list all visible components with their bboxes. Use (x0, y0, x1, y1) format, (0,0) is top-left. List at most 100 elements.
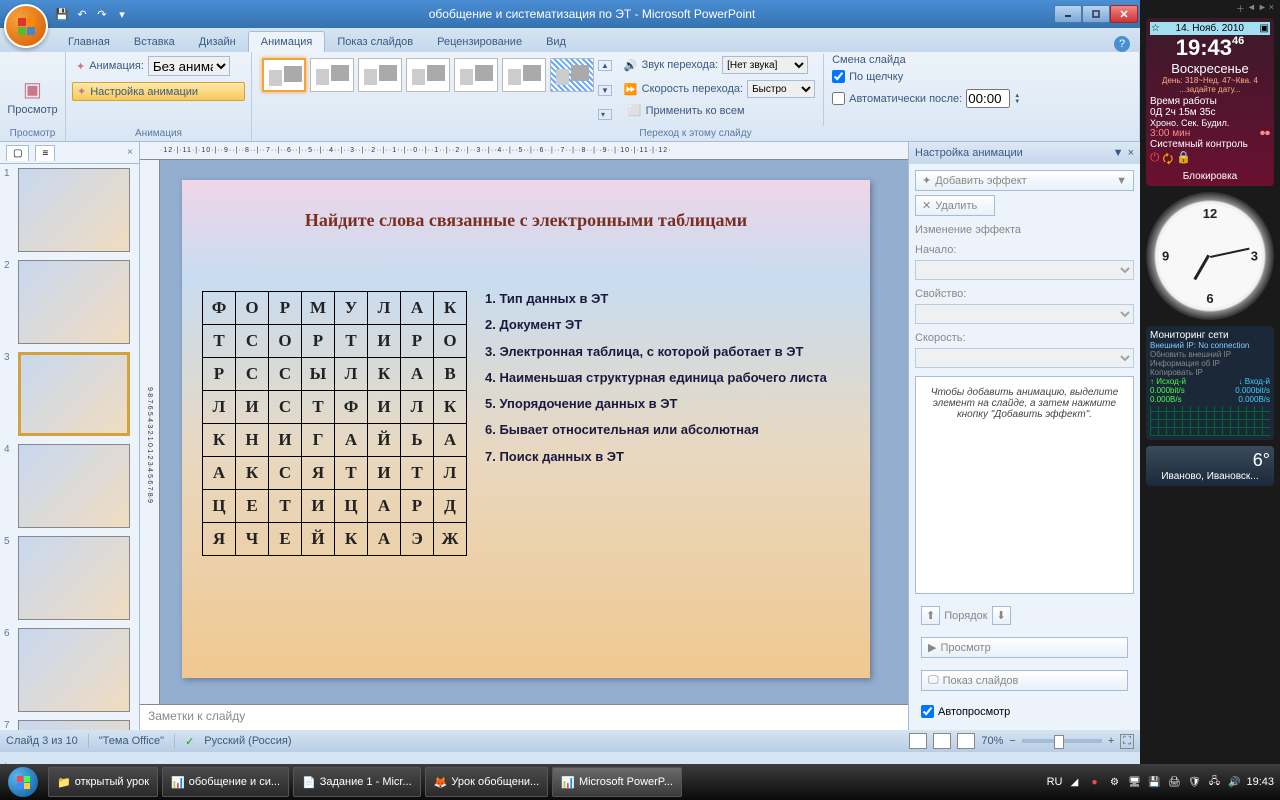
save-icon[interactable]: 💾 (54, 6, 70, 22)
sidebar-close-icon[interactable]: × (1269, 2, 1274, 15)
pane-close-icon[interactable]: × (1128, 147, 1134, 159)
slide-canvas[interactable]: Найдите слова связанные с электронными т… (182, 180, 870, 678)
zoom-slider[interactable] (1022, 739, 1102, 743)
order-up-icon[interactable]: ⬆ (921, 606, 940, 625)
tab-view[interactable]: Вид (534, 32, 578, 52)
tray-icon[interactable]: 🛡 (1186, 774, 1202, 790)
custom-animation-button[interactable]: ✦Настройка анимации (72, 82, 245, 101)
pane-dropdown-icon[interactable]: ▼ (1113, 147, 1124, 159)
speed-select[interactable] (915, 348, 1134, 368)
tray-icon[interactable]: 🖥 (1126, 774, 1142, 790)
slide-thumbnail[interactable] (18, 352, 130, 436)
work-area: ▢ ≡ × 1✦2✦3✦4✦5✦6✦7✦ ·12·|·11·|·10·|··9·… (0, 142, 1140, 730)
spell-icon[interactable]: ✓ (185, 735, 194, 748)
tab-animation[interactable]: Анимация (248, 31, 326, 52)
tray-icon[interactable]: 💾 (1146, 774, 1162, 790)
tray-icon[interactable]: ◢ (1066, 774, 1082, 790)
qat-more-icon[interactable]: ▾ (114, 6, 130, 22)
calendar-gadget[interactable]: ☆14. Нояб. 2010▣ 19:4346 Воскресенье Ден… (1146, 18, 1274, 186)
tab-review[interactable]: Рецензирование (425, 32, 534, 52)
slide-thumbnail[interactable] (18, 260, 130, 344)
zoom-in-icon[interactable]: + (1108, 735, 1114, 747)
tray-clock[interactable]: 19:43 (1246, 776, 1274, 788)
preview-button[interactable]: ▣ Просмотр (6, 54, 59, 139)
office-button[interactable] (4, 4, 48, 48)
tray-network-icon[interactable]: 🖧 (1206, 774, 1222, 790)
slide-editor: ·12·|·11·|·10·|··9··|··8··|··7··|··6··|·… (140, 142, 908, 730)
network-gadget[interactable]: Мониторинг сети Внешний IP: No connectio… (1146, 326, 1274, 440)
lang-indicator[interactable]: RU (1047, 776, 1063, 788)
transition-none[interactable] (262, 58, 306, 92)
preview-anim-button[interactable]: ▶Просмотр (921, 637, 1128, 658)
taskbar-item[interactable]: 📊обобщение и си... (162, 767, 289, 797)
taskbar-item[interactable]: 📄Задание 1 - Micr... (293, 767, 421, 797)
sidebar-add-icon[interactable]: ＋ (1236, 2, 1245, 15)
transition-option[interactable] (550, 58, 594, 92)
normal-view-icon[interactable] (909, 733, 927, 749)
transition-sound[interactable]: 🔊Звук перехода:[Нет звука] (624, 56, 815, 74)
sidebar-left-icon[interactable]: ◄ (1247, 2, 1256, 15)
tray-volume-icon[interactable]: 🔊 (1226, 774, 1242, 790)
grid-cell: Р (302, 325, 335, 358)
slide-thumbnail[interactable] (18, 720, 130, 730)
fit-icon[interactable]: ⛶ (1120, 734, 1134, 749)
tray-icon[interactable]: ⚙ (1106, 774, 1122, 790)
grid-cell: И (236, 391, 269, 424)
tab-home[interactable]: Главная (56, 32, 122, 52)
undo-icon[interactable]: ↶ (74, 6, 90, 22)
close-button[interactable] (1110, 5, 1138, 23)
weather-gadget[interactable]: 6° Иваново, Ивановск... (1146, 446, 1274, 486)
maximize-button[interactable] (1082, 5, 1110, 23)
transition-option[interactable] (454, 58, 498, 92)
slides-tab-icon[interactable]: ▢ (6, 145, 29, 161)
grid-cell: Ы (302, 358, 335, 391)
animation-dropdown[interactable]: ✦Анимация: Без анимац... (72, 54, 245, 78)
tab-design[interactable]: Дизайн (187, 32, 248, 52)
minimize-button[interactable] (1054, 5, 1082, 23)
tab-insert[interactable]: Вставка (122, 32, 187, 52)
slideshow-button[interactable]: 🖵Показ слайдов (921, 670, 1128, 691)
tab-slideshow[interactable]: Показ слайдов (325, 32, 425, 52)
slideshow-view-icon[interactable] (957, 733, 975, 749)
taskbar-item[interactable]: 📊Microsoft PowerP... (552, 767, 682, 797)
slide-thumbnail[interactable] (18, 536, 130, 620)
tray-ati-icon[interactable]: ● (1086, 774, 1102, 790)
zoom-out-icon[interactable]: − (1009, 735, 1015, 747)
sorter-view-icon[interactable] (933, 733, 951, 749)
gallery-up-icon[interactable]: ▲ (598, 60, 612, 71)
autopreview-checkbox[interactable]: Автопросмотр (915, 701, 1134, 722)
grid-cell: Й (368, 424, 401, 457)
add-effect-button[interactable]: ✦Добавить эффект▼ (915, 170, 1134, 191)
sidebar-right-icon[interactable]: ► (1258, 2, 1267, 15)
clue-item: 6. Бывает относительная или абсолютная (485, 422, 827, 438)
slide-thumbnail[interactable] (18, 444, 130, 528)
clock-gadget[interactable]: 12 3 6 9 (1146, 192, 1274, 320)
apply-all-button[interactable]: ⬜Применить ко всем (624, 102, 815, 119)
property-select[interactable] (915, 304, 1134, 324)
start-button[interactable] (0, 764, 46, 800)
order-down-icon[interactable]: ⬇ (992, 606, 1011, 625)
start-select[interactable] (915, 260, 1134, 280)
language-label[interactable]: Русский (Россия) (204, 735, 291, 747)
notes-pane[interactable]: Заметки к слайду (140, 704, 908, 730)
transition-gallery[interactable]: ▲ ▼ ▾ (258, 54, 616, 126)
redo-icon[interactable]: ↷ (94, 6, 110, 22)
taskbar-item[interactable]: 📁открытый урок (48, 767, 158, 797)
taskbar-item[interactable]: 🦊Урок обобщени... (425, 767, 549, 797)
slide-thumbnail[interactable] (18, 628, 130, 712)
transition-option[interactable] (502, 58, 546, 92)
gallery-more-icon[interactable]: ▾ (598, 109, 612, 120)
gallery-down-icon[interactable]: ▼ (598, 85, 612, 96)
tray-icon[interactable]: 🖨 (1166, 774, 1182, 790)
transition-speed[interactable]: ⏩Скорость перехода:Быстро (624, 80, 815, 98)
transition-option[interactable] (358, 58, 402, 92)
slide-thumbnail[interactable] (18, 168, 130, 252)
outline-tab-icon[interactable]: ≡ (35, 145, 55, 161)
transition-option[interactable] (406, 58, 450, 92)
help-icon[interactable]: ? (1114, 36, 1130, 52)
transition-option[interactable] (310, 58, 354, 92)
delete-effect-button[interactable]: ✕Удалить (915, 195, 995, 216)
on-click-checkbox[interactable]: По щелчку (832, 70, 1020, 83)
panel-close-icon[interactable]: × (127, 147, 133, 158)
auto-after-checkbox[interactable]: Автоматически после:▲▼ (832, 89, 1020, 108)
